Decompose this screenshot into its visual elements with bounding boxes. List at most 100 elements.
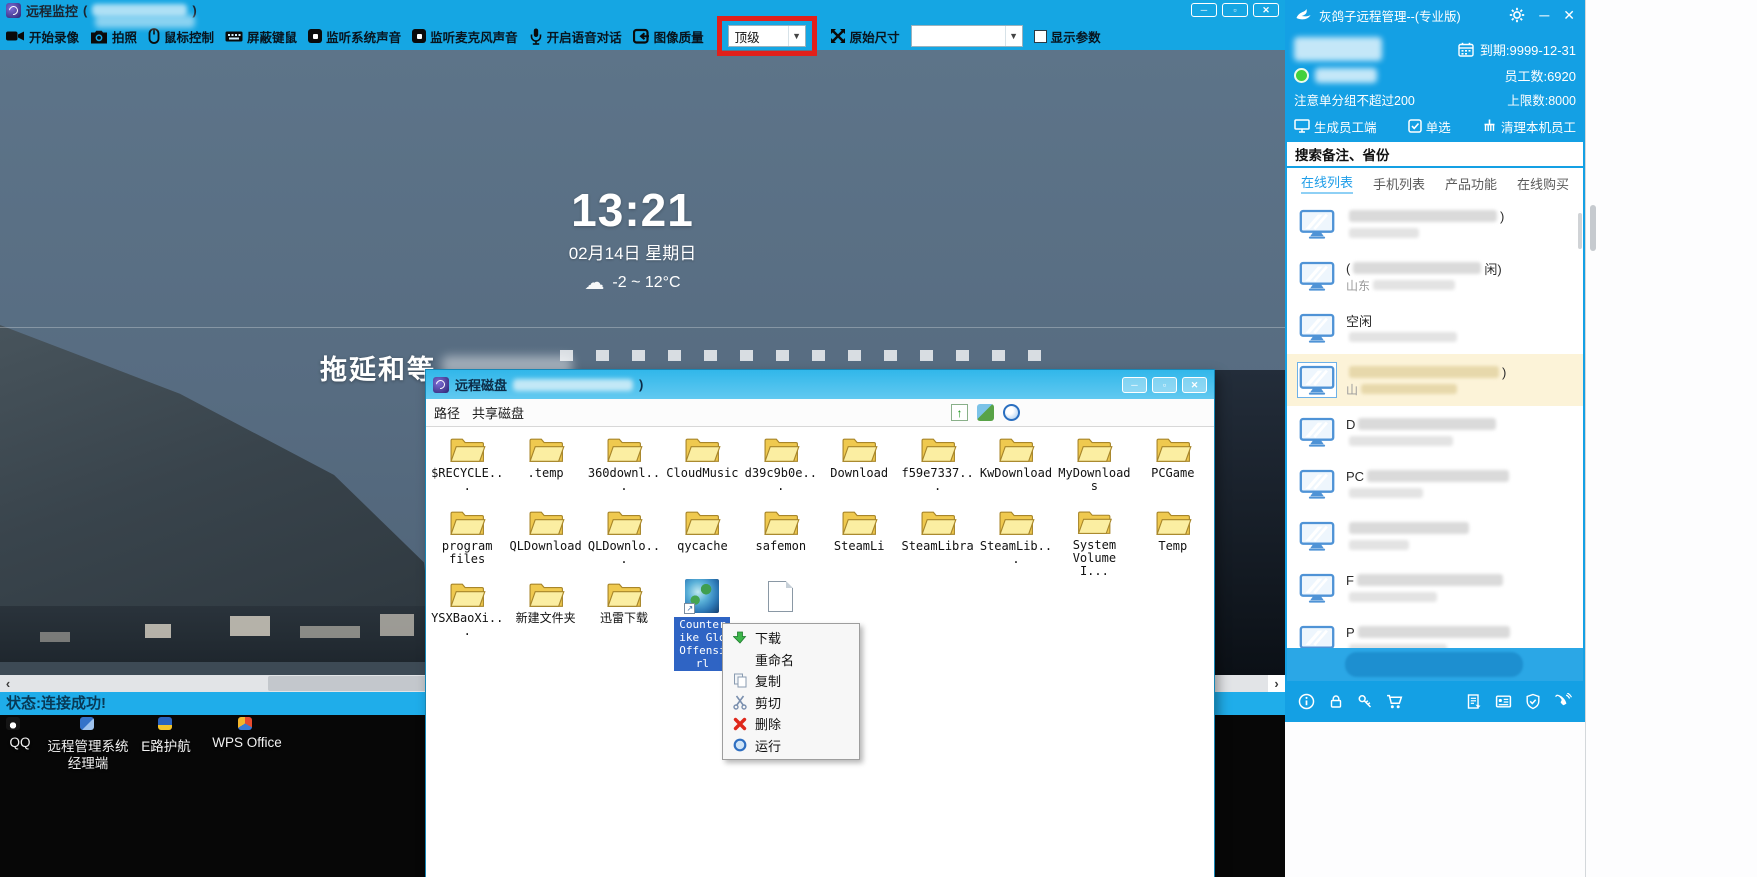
tab-online-list[interactable]: 在线列表 bbox=[1301, 172, 1353, 194]
clean-local-clients-button[interactable]: 清理本机员工 bbox=[1482, 117, 1576, 136]
menu-item-cut[interactable]: 剪切 bbox=[725, 692, 857, 714]
scroll-right-arrow[interactable]: › bbox=[1268, 675, 1285, 692]
e-road-icon[interactable] bbox=[158, 717, 172, 730]
lockscreen-clock-block: 13:21 02月14日 星期日 ☁ -2 ~ 12°C bbox=[0, 50, 1265, 295]
delete-x-icon bbox=[725, 717, 755, 731]
folder-item[interactable]: Download bbox=[820, 433, 898, 505]
panel-minimize-button[interactable]: ─ bbox=[1539, 7, 1549, 23]
remote-disk-window: 远程磁盘 ) ─ ▫ ✕ 路径 共享磁盘 ↑ $RECYCLE... .temp… bbox=[426, 370, 1214, 877]
minimize-button[interactable]: ─ bbox=[1191, 3, 1217, 17]
tab-product-features[interactable]: 产品功能 bbox=[1445, 174, 1497, 193]
folder-item[interactable]: f59e7337... bbox=[898, 433, 976, 505]
menu-item-copy[interactable]: 复制 bbox=[725, 670, 857, 692]
tab-online-purchase[interactable]: 在线购买 bbox=[1517, 174, 1569, 193]
image-quality-button[interactable]: 图像质量 bbox=[633, 27, 704, 46]
folder-item[interactable]: $RECYCLE... bbox=[428, 433, 506, 505]
desktop-icon-label[interactable]: E路护航 bbox=[136, 735, 196, 755]
folder-item[interactable]: CloudMusic bbox=[663, 433, 741, 505]
folder-item[interactable]: 迅雷下载 bbox=[585, 578, 663, 650]
online-list-item[interactable]: F bbox=[1287, 562, 1583, 614]
online-list-item[interactable]: 空闲 bbox=[1287, 302, 1583, 354]
folder-item[interactable]: System Volume I... bbox=[1055, 506, 1133, 578]
online-list-item[interactable]: PC bbox=[1287, 458, 1583, 510]
phone-icon[interactable] bbox=[1554, 693, 1572, 710]
refresh-globe-icon[interactable] bbox=[1003, 404, 1020, 421]
maximize-button[interactable]: ▫ bbox=[1222, 3, 1248, 17]
menu-item-run[interactable]: 运行 bbox=[725, 735, 857, 757]
folder-item[interactable]: SteamLib... bbox=[977, 506, 1055, 578]
generate-client-button[interactable]: 生成员工端 bbox=[1294, 117, 1377, 136]
remote-disk-title: 远程磁盘 bbox=[455, 375, 507, 394]
listen-microphone-button[interactable]: 监听麦克风声音 bbox=[412, 27, 518, 46]
mouse-control-button[interactable]: 鼠标控制 bbox=[148, 27, 214, 46]
desktop-icon-label[interactable]: WPS Office bbox=[204, 735, 290, 750]
original-size-button[interactable]: 原始尺寸 bbox=[830, 27, 900, 46]
list-scrollbar-thumb[interactable] bbox=[1578, 213, 1582, 249]
document-icon[interactable] bbox=[1466, 693, 1482, 710]
go-up-icon[interactable]: ↑ bbox=[951, 404, 968, 421]
scroll-left-arrow[interactable]: ‹ bbox=[0, 675, 16, 692]
folder-item[interactable]: 360downl... bbox=[585, 433, 663, 505]
desktop-icon-label2[interactable]: 经理端 bbox=[38, 752, 138, 772]
folder-item[interactable]: program files bbox=[428, 506, 506, 578]
listen-system-sound-button[interactable]: 监听系统声音 bbox=[308, 27, 401, 46]
online-list-item[interactable]: (闲) 山东 bbox=[1287, 250, 1583, 302]
minimize-button[interactable]: ─ bbox=[1122, 377, 1147, 393]
folder-item[interactable]: QLDownlo... bbox=[585, 506, 663, 578]
folder-item[interactable]: d39c9b0e... bbox=[742, 433, 820, 505]
folder-item[interactable]: .temp bbox=[506, 433, 584, 505]
folder-item[interactable]: QLDownload bbox=[506, 506, 584, 578]
snapshot-button[interactable]: 拍照 bbox=[90, 27, 137, 46]
wps-icon[interactable] bbox=[238, 717, 252, 730]
close-button[interactable]: ✕ bbox=[1253, 3, 1279, 17]
gear-icon[interactable] bbox=[1509, 7, 1525, 23]
voice-chat-button[interactable]: 开启语音对话 bbox=[529, 27, 622, 46]
folder-item[interactable]: KwDownload bbox=[977, 433, 1055, 505]
id-card-icon[interactable] bbox=[1495, 693, 1512, 710]
menu-item-delete[interactable]: 删除 bbox=[725, 713, 857, 735]
show-params-toggle[interactable]: 显示参数 bbox=[1034, 27, 1101, 46]
search-input[interactable] bbox=[1287, 142, 1583, 166]
quality-dropdown[interactable]: 顶级 ▼ bbox=[728, 25, 806, 47]
online-list-item-selected[interactable]: ) 山 bbox=[1287, 354, 1583, 406]
computer-icon bbox=[1297, 414, 1337, 450]
start-record-button[interactable]: 开始录像 bbox=[6, 27, 79, 46]
menu-item-download[interactable]: 下载 bbox=[725, 627, 857, 649]
folder-item[interactable]: YSXBaoXi... bbox=[428, 578, 506, 650]
block-keyboard-button[interactable]: 屏蔽键鼠 bbox=[225, 27, 297, 46]
folder-item[interactable]: PCGame bbox=[1134, 433, 1212, 505]
folder-item[interactable]: SteamLi bbox=[820, 506, 898, 578]
folder-item[interactable]: Temp bbox=[1134, 506, 1212, 578]
online-list-item[interactable]: ) bbox=[1287, 198, 1583, 250]
desktop-icon-label[interactable]: QQ bbox=[0, 735, 40, 750]
close-button[interactable]: ✕ bbox=[1182, 377, 1207, 393]
shield-icon[interactable] bbox=[1525, 693, 1541, 710]
folder-item[interactable]: safemon bbox=[742, 506, 820, 578]
wallpaper-tool-icon[interactable] bbox=[977, 404, 994, 421]
qq-icon[interactable] bbox=[6, 717, 20, 730]
online-list-item[interactable]: P bbox=[1287, 614, 1583, 648]
scrollbar-thumb[interactable] bbox=[1590, 205, 1596, 251]
path-value[interactable]: 共享磁盘 bbox=[472, 403, 524, 422]
folder-item[interactable]: qycache bbox=[663, 506, 741, 578]
online-list-item[interactable]: D bbox=[1287, 406, 1583, 458]
checkbox-icon[interactable] bbox=[1034, 30, 1047, 43]
panel-close-button[interactable]: ✕ bbox=[1563, 7, 1575, 24]
folder-item[interactable]: 新建文件夹 bbox=[506, 578, 584, 650]
monitor-select-dropdown[interactable]: ▼ bbox=[911, 25, 1023, 47]
key-icon[interactable] bbox=[1357, 693, 1373, 710]
limit-count: 上限数:8000 bbox=[1507, 90, 1576, 109]
folder-item[interactable]: MyDownloads bbox=[1055, 433, 1133, 505]
folder-item[interactable]: SteamLibra bbox=[898, 506, 976, 578]
remote-manager-icon[interactable] bbox=[80, 717, 94, 730]
computer-icon bbox=[1297, 622, 1337, 648]
folder-row-1: $RECYCLE... .temp 360downl... CloudMusic… bbox=[428, 433, 1212, 505]
menu-item-rename[interactable]: 重命名 bbox=[725, 649, 857, 671]
lock-icon[interactable] bbox=[1328, 693, 1344, 710]
info-icon[interactable] bbox=[1298, 693, 1315, 710]
tab-phone-list[interactable]: 手机列表 bbox=[1373, 174, 1425, 193]
single-select-button[interactable]: 单选 bbox=[1408, 117, 1451, 136]
maximize-button[interactable]: ▫ bbox=[1152, 377, 1177, 393]
online-list-item[interactable] bbox=[1287, 510, 1583, 562]
cart-icon[interactable] bbox=[1386, 693, 1404, 710]
